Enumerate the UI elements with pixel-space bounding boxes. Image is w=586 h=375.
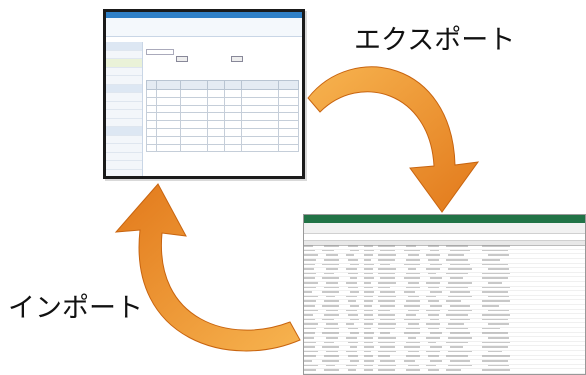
export-arrow <box>307 66 480 213</box>
import-label: インポート <box>8 293 143 324</box>
import-arrow <box>114 183 301 352</box>
export-label: エクスポート <box>354 25 516 56</box>
